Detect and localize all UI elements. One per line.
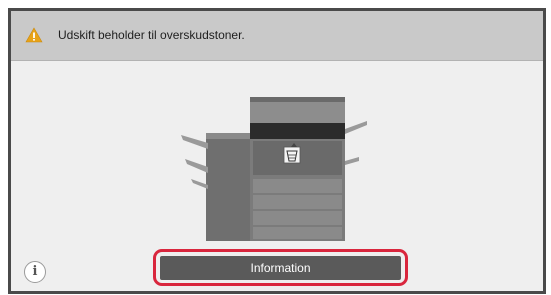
alert-header: Udskift beholder til overskudstoner. [11, 11, 543, 61]
error-screen: Udskift beholder til overskudstoner. i I… [8, 8, 546, 294]
printer-illustration [181, 97, 367, 241]
info-icon[interactable]: i [24, 261, 46, 283]
alert-message: Udskift beholder til overskudstoner. [58, 28, 245, 42]
warning-icon [25, 27, 43, 43]
information-button[interactable]: Information [160, 256, 401, 280]
